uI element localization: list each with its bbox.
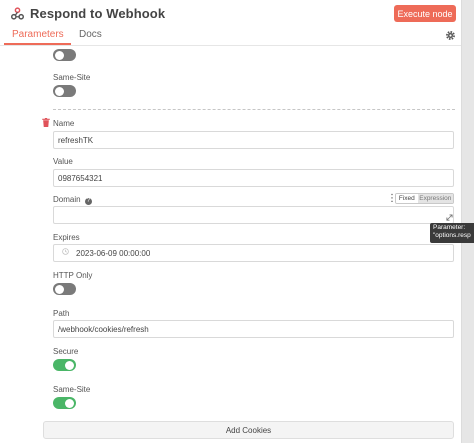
secure-toggle[interactable] xyxy=(53,359,76,371)
http-only-label: HTTP Only xyxy=(53,271,93,280)
same-site-label-2: Same-Site xyxy=(53,385,91,394)
gear-icon[interactable] xyxy=(445,30,456,41)
secure-label: Secure xyxy=(53,347,79,356)
value-value: 0987654321 xyxy=(58,173,103,183)
http-only-toggle[interactable] xyxy=(53,283,76,295)
domain-label-row: Domain ? xyxy=(53,195,92,205)
expires-input[interactable]: 2023-06-09 00:00:00 xyxy=(53,244,454,262)
panel-header: Respond to Webhook Execute node xyxy=(0,0,461,27)
webhook-icon xyxy=(11,7,24,20)
tab-docs[interactable]: Docs xyxy=(79,29,102,40)
active-tab-indicator xyxy=(4,43,71,45)
expires-value: 2023-06-09 00:00:00 xyxy=(76,248,151,258)
add-cookies-button[interactable]: Add Cookies xyxy=(43,421,454,439)
execute-node-button[interactable]: Execute node xyxy=(394,5,456,22)
same-site-toggle[interactable] xyxy=(53,85,76,97)
panel-backdrop xyxy=(462,0,474,443)
node-title: Respond to Webhook xyxy=(30,6,166,21)
path-input[interactable]: /webhook/cookies/refresh xyxy=(53,320,454,338)
parameter-tooltip: Parameter: "options.resp xyxy=(430,223,474,243)
section-divider xyxy=(53,109,455,110)
clock-icon xyxy=(62,248,69,255)
tab-parameters[interactable]: Parameters xyxy=(12,29,64,40)
name-input[interactable]: refreshTK xyxy=(53,131,454,149)
value-input[interactable]: 0987654321 xyxy=(53,169,454,187)
domain-input[interactable] xyxy=(53,206,454,224)
same-site-toggle-2[interactable] xyxy=(53,397,76,409)
help-icon[interactable]: ? xyxy=(84,198,92,205)
tooltip-line-2: "options.resp xyxy=(433,232,471,239)
fixed-expression-switch: Fixed Expression xyxy=(395,193,454,204)
expression-option[interactable]: Expression xyxy=(417,194,453,203)
expand-icon[interactable] xyxy=(446,214,453,221)
domain-label: Domain xyxy=(53,195,81,204)
tab-bar: Parameters Docs xyxy=(0,27,461,46)
tooltip-line-1: Parameter: xyxy=(433,224,466,231)
name-label: Name xyxy=(53,119,75,128)
path-label: Path xyxy=(53,309,70,318)
name-value: refreshTK xyxy=(58,135,94,145)
path-value: /webhook/cookies/refresh xyxy=(58,324,149,334)
previous-toggle[interactable] xyxy=(53,49,76,61)
node-settings-panel: Respond to Webhook Execute node Paramete… xyxy=(0,0,462,443)
trash-icon[interactable] xyxy=(42,118,50,127)
expires-label: Expires xyxy=(53,233,80,242)
value-label: Value xyxy=(53,157,73,166)
fixed-option[interactable]: Fixed xyxy=(396,194,418,203)
same-site-label: Same-Site xyxy=(53,73,91,82)
